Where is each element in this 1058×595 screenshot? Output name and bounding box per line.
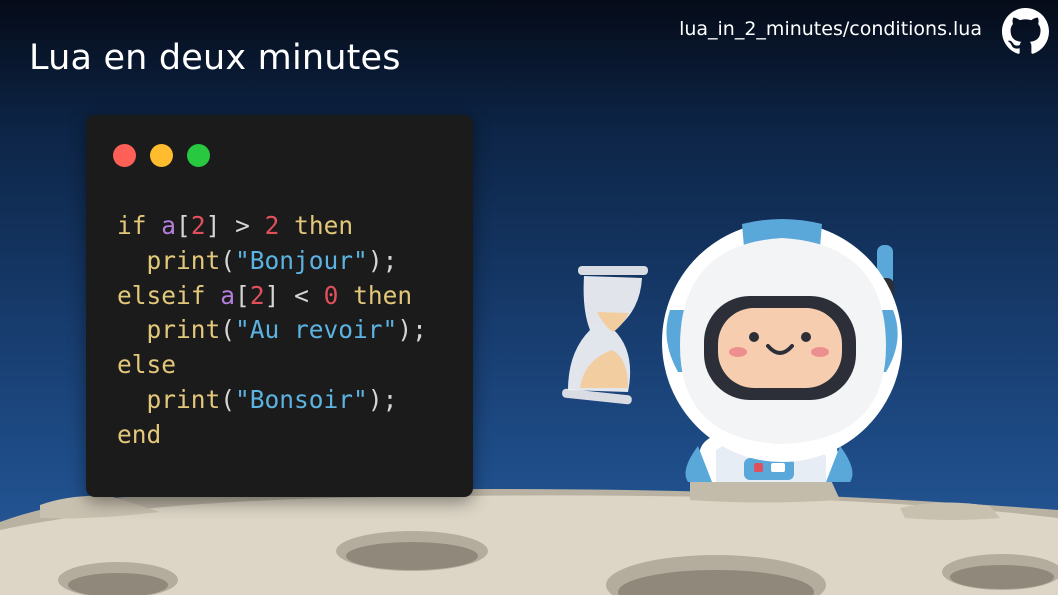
code-token-op: ] <: [264, 280, 324, 310]
code-token-op: );: [367, 245, 398, 275]
code-token-func: print: [146, 315, 221, 345]
code-line: end: [117, 418, 427, 453]
code-block: if a[2] > 2 then print("Bonjour"); elseif…: [117, 209, 427, 453]
code-token-op: [147, 211, 162, 240]
code-token-op: (: [220, 384, 236, 414]
code-token-keyword: if: [117, 211, 147, 240]
code-token-func: print: [146, 245, 221, 275]
code-token-op: ] >: [205, 211, 265, 240]
code-token-keyword: elseif: [117, 280, 206, 310]
github-icon[interactable]: [1002, 8, 1049, 55]
code-token-op: );: [367, 384, 398, 414]
code-line: print("Bonsoir");: [117, 383, 427, 418]
code-token-keyword: then: [294, 211, 354, 240]
code-token-num: 2: [264, 211, 280, 240]
code-token-op: [279, 211, 294, 240]
code-token-op: [117, 315, 147, 344]
code-token-num: 2: [249, 280, 265, 310]
code-token-op: [: [176, 211, 191, 240]
code-token-keyword: else: [117, 350, 177, 380]
code-line: if a[2] > 2 then: [117, 209, 427, 244]
slide-title: Lua en deux minutes: [29, 38, 401, 78]
code-token-op: [117, 246, 147, 275]
window-controls: [113, 144, 210, 167]
code-line: print("Bonjour");: [117, 244, 427, 279]
minimize-dot: [150, 144, 173, 167]
code-line: elseif a[2] < 0 then: [117, 279, 427, 314]
code-token-op: );: [397, 315, 427, 345]
code-token-op: [338, 281, 353, 310]
code-token-op: [117, 385, 147, 414]
maximize-dot: [187, 144, 210, 167]
code-token-var: a: [220, 280, 236, 310]
code-token-var: a: [161, 211, 177, 240]
code-token-str: "Au revoir": [235, 315, 398, 345]
code-token-op: [: [235, 280, 250, 310]
code-token-str: "Bonsoir": [235, 384, 368, 414]
code-token-op: (: [220, 315, 236, 345]
code-token-num: 0: [323, 280, 339, 310]
close-dot: [113, 144, 136, 167]
code-window: if a[2] > 2 then print("Bonjour"); elseif…: [86, 115, 473, 497]
code-token-keyword: end: [117, 419, 162, 449]
code-token-keyword: then: [353, 280, 413, 310]
code-token-num: 2: [190, 211, 206, 240]
code-token-op: (: [220, 245, 236, 275]
code-token-op: [206, 281, 221, 310]
code-line: else: [117, 348, 427, 383]
code-token-func: print: [146, 384, 221, 414]
code-token-str: "Bonjour": [235, 245, 368, 275]
code-line: print("Au revoir");: [117, 313, 427, 348]
hourglass-icon: [562, 266, 648, 405]
file-path-label: lua_in_2_minutes/conditions.lua: [679, 18, 982, 40]
